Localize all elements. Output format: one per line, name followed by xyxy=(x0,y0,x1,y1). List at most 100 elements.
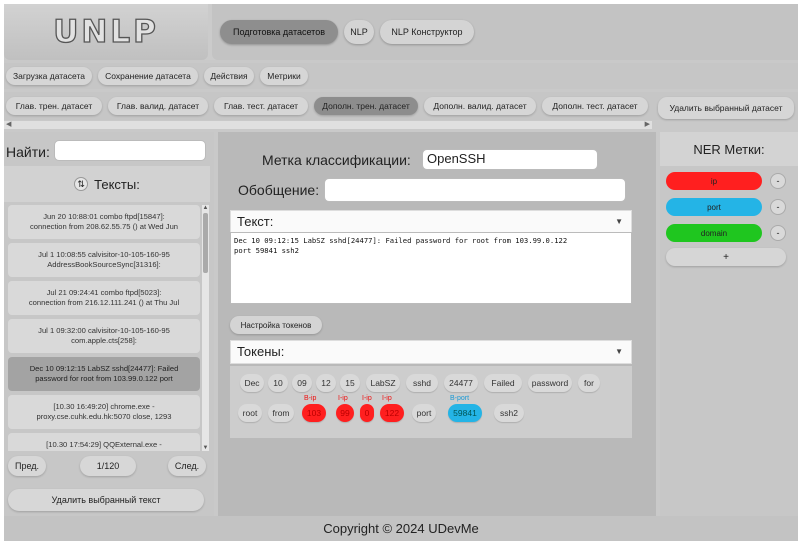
token-chip[interactable]: 10 xyxy=(268,374,288,392)
class-input[interactable]: OpenSSH xyxy=(422,149,598,170)
token-chip[interactable]: password xyxy=(528,374,572,392)
remove-ner-label-button[interactable]: - xyxy=(770,199,786,215)
token-ner-tag: B-port xyxy=(450,395,470,402)
text-list-item[interactable]: Jul 1 10:08:55 calvisitor-10-105-160-95 A… xyxy=(8,243,200,277)
text-list-item-line: password for root from 103.99.0.122 port xyxy=(35,374,173,383)
metrics-button[interactable]: Метрики xyxy=(260,67,308,85)
tab-extra-train[interactable]: Дополн. трен. датасет xyxy=(314,97,418,115)
page-indicator: 1/120 xyxy=(80,456,136,476)
text-list-item-line: AddressBookSourceSync[31316]: xyxy=(47,260,161,269)
text-list-item-line: Jul 1 10:08:55 calvisitor-10-105-160-95 xyxy=(38,250,170,259)
token-ner-tag: I-ip xyxy=(338,395,348,402)
token-chip[interactable]: Failed xyxy=(484,374,522,392)
token-chip[interactable]: 24477 xyxy=(444,374,478,392)
save-dataset-button[interactable]: Сохранение датасета xyxy=(98,67,198,85)
scroll-up-icon[interactable]: ▲ xyxy=(202,205,209,211)
token-chip[interactable]: 103 xyxy=(302,404,326,422)
action-toolbar: Загрузка датасета Сохранение датасета Де… xyxy=(4,63,798,89)
text-list-item[interactable]: [10.30 16:49:20] chrome.exe - proxy.cse.c… xyxy=(8,395,200,429)
token-ner-tag: I-ip xyxy=(362,395,372,402)
dataset-tabs: Глав. трен. датасет Глав. валид. датасет… xyxy=(4,92,798,120)
tokens-area: Dec 10 09 12 15 LabSZ sshd 24477 Failed password f… xyxy=(230,366,632,438)
tabs-scrollbar[interactable]: ◀ ▶ xyxy=(4,121,652,129)
text-list-item-line: connection from 216.12.111.241 () at Thu… xyxy=(28,298,180,307)
token-chip[interactable]: from xyxy=(268,404,294,422)
token-chip[interactable]: 59841 xyxy=(448,404,482,422)
caret-down-icon[interactable]: ▼ xyxy=(615,347,623,356)
text-list-item[interactable]: Jul 1 09:32:00 calvisitor-10-105-160-95 c… xyxy=(8,319,200,353)
delete-dataset-button[interactable]: Удалить выбранный датасет xyxy=(658,97,794,119)
footer-copyright: Copyright © 2024 UDevMe xyxy=(4,516,798,541)
next-page-button[interactable]: След. xyxy=(168,456,206,476)
search-input[interactable] xyxy=(54,140,206,161)
delete-text-button[interactable]: Удалить выбранный текст xyxy=(8,489,204,511)
ner-label-domain[interactable]: domain xyxy=(666,224,762,242)
token-chip[interactable]: 0 xyxy=(360,404,374,422)
texts-list: Jun 20 10:88:01 combo ftpd[15847]: connec… xyxy=(8,205,200,451)
token-chip[interactable]: for xyxy=(578,374,600,392)
text-list-item[interactable]: Jul 21 09:24:41 combo ftpd[5023]: connect… xyxy=(8,281,200,315)
header: UNLP Подготовка датасетов NLP NLP Констр… xyxy=(4,4,798,60)
tokens-section-title: Токены: xyxy=(237,344,285,359)
nav-tab-nlp-constructor[interactable]: NLP Конструктор xyxy=(380,20,474,44)
text-list-item-line: proxy.cse.cuhk.edu.hk:5070 close, 1293 xyxy=(36,412,172,421)
text-content-area[interactable]: Dec 10 09:12:15 LabSZ sshd[24477]: Faile… xyxy=(230,232,632,304)
tokens-section-header[interactable]: Токены: ▼ xyxy=(230,340,632,364)
ner-label-port[interactable]: port xyxy=(666,198,762,216)
remove-ner-label-button[interactable]: - xyxy=(770,225,786,241)
actions-button[interactable]: Действия xyxy=(204,67,254,85)
nav-tab-dataset-prep[interactable]: Подготовка датасетов xyxy=(220,20,338,44)
text-list-item-line: connection from 208.62.55.75 () at Wed J… xyxy=(29,222,179,231)
token-chip[interactable]: 12 xyxy=(316,374,336,392)
top-nav: Подготовка датасетов NLP NLP Конструктор xyxy=(212,4,798,60)
sort-icon[interactable]: ⇅ xyxy=(74,177,89,191)
texts-scrollbar[interactable]: ▲ ▼ xyxy=(202,205,209,451)
tab-main-valid[interactable]: Глав. валид. датасет xyxy=(108,97,208,115)
text-list-item-line: [10.30 16:49:20] chrome.exe - xyxy=(53,402,155,411)
token-chip[interactable]: ssh2 xyxy=(494,404,524,422)
tab-extra-test[interactable]: Дополн. тест. датасет xyxy=(542,97,648,115)
tab-main-test[interactable]: Глав. тест. датасет xyxy=(214,97,308,115)
text-list-item[interactable]: [10.30 17:54:29] QQExternal.exe -proxy.c… xyxy=(8,433,200,451)
token-chip[interactable]: 15 xyxy=(340,374,360,392)
token-chip[interactable]: 09 xyxy=(292,374,312,392)
text-list-item[interactable]: Dec 10 09:12:15 LabSZ sshd[24477]: Faile… xyxy=(8,357,200,391)
text-list-item-line: Jul 1 09:32:00 calvisitor-10-105-160-95 xyxy=(38,326,170,335)
token-chip[interactable]: sshd xyxy=(406,374,438,392)
remove-ner-label-button[interactable]: - xyxy=(770,173,786,189)
scroll-down-icon[interactable]: ▼ xyxy=(202,445,209,451)
search-label: Найти: xyxy=(6,144,50,160)
load-dataset-button[interactable]: Загрузка датасета xyxy=(6,67,92,85)
ner-panel: NER Метки: ip - port - domain - + xyxy=(660,132,798,516)
token-chip[interactable]: LabSZ xyxy=(366,374,400,392)
token-ner-tag: I-ip xyxy=(382,395,392,402)
token-chip[interactable]: 122 xyxy=(380,404,404,422)
app-window: UNLP Подготовка датасетов NLP NLP Констр… xyxy=(4,4,798,541)
editor-panel: Метка классификации: OpenSSH Обобщение: … xyxy=(218,132,656,516)
token-chip[interactable]: port xyxy=(412,404,436,422)
ner-label-ip[interactable]: ip xyxy=(666,172,762,190)
token-chip[interactable]: 99 xyxy=(336,404,354,422)
token-settings-button[interactable]: Настройка токенов xyxy=(230,316,322,334)
tab-extra-valid[interactable]: Дополн. валид. датасет xyxy=(424,97,536,115)
prev-page-button[interactable]: Пред. xyxy=(8,456,46,476)
text-section-header[interactable]: Текст: ▼ xyxy=(230,210,632,234)
caret-down-icon[interactable]: ▼ xyxy=(615,217,623,226)
scroll-thumb[interactable] xyxy=(203,213,208,273)
text-list-item[interactable]: Jun 20 10:88:01 combo ftpd[15847]: connec… xyxy=(8,205,200,239)
summary-input[interactable] xyxy=(324,178,626,202)
texts-header: ⇅ Тексты: xyxy=(4,166,210,202)
class-label: Метка классификации: xyxy=(262,152,411,168)
token-chip[interactable]: Dec xyxy=(240,374,264,392)
token-chip[interactable]: root xyxy=(238,404,262,422)
scroll-left-icon[interactable]: ◀ xyxy=(6,120,11,128)
texts-title: Тексты: xyxy=(94,176,140,192)
logo: UNLP xyxy=(4,4,208,60)
tab-main-train[interactable]: Глав. трен. датасет xyxy=(6,97,102,115)
text-list-item-line: Jun 20 10:88:01 combo ftpd[15847]: xyxy=(43,212,165,221)
text-list-item-line: Dec 10 09:12:15 LabSZ sshd[24477]: Faile… xyxy=(29,364,179,373)
nav-tab-nlp[interactable]: NLP xyxy=(344,20,374,44)
add-ner-label-button[interactable]: + xyxy=(666,248,786,266)
summary-label: Обобщение: xyxy=(238,182,320,198)
scroll-right-icon[interactable]: ▶ xyxy=(645,120,650,128)
